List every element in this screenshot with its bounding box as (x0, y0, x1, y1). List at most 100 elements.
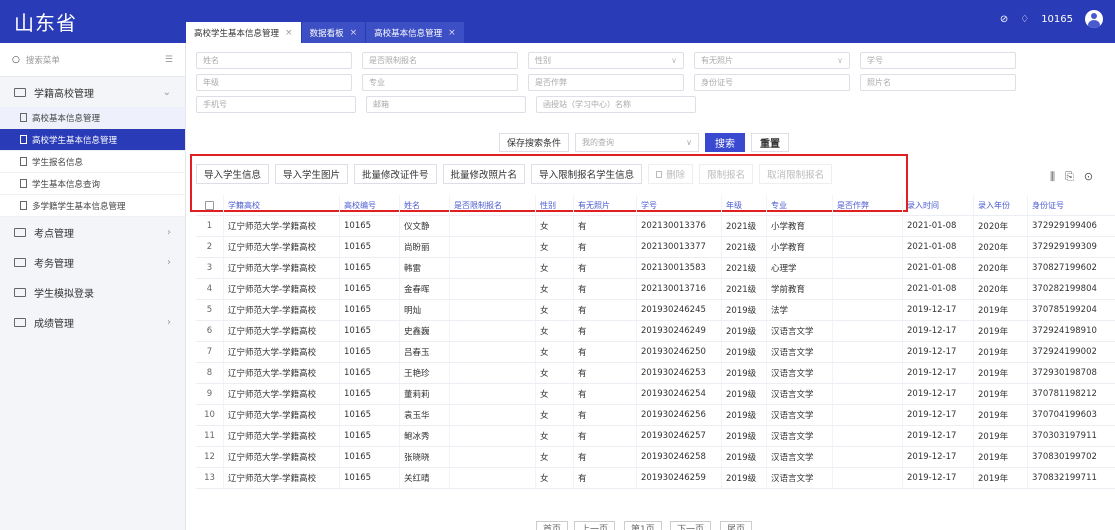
search-input[interactable]: 搜索菜单 (26, 54, 165, 66)
sidebar-item-exam-affairs[interactable]: 考务管理 › (0, 247, 185, 277)
my-query-select[interactable]: 我的查询 ∨ (575, 133, 700, 152)
reset-button[interactable]: 重置 (751, 133, 790, 152)
column-header[interactable]: 专业 (767, 195, 833, 215)
photo-name-field[interactable]: 照片名 (860, 74, 1016, 91)
cell-school: 辽宁师范大学-学籍高校 (224, 363, 340, 383)
column-header[interactable]: 学籍高校 (224, 195, 340, 215)
file-icon (20, 113, 27, 122)
column-header[interactable]: 是否作弊 (833, 195, 903, 215)
cell-cheat (833, 237, 903, 257)
table-row[interactable]: 9 辽宁师范大学-学籍高校 10165 董莉莉 女有 201930246254 2019级汉… (196, 384, 1115, 405)
prev-page-button[interactable]: 上一页 (574, 521, 616, 530)
first-page-button[interactable]: 首页 (536, 521, 569, 530)
import-student-photo-button[interactable]: 导入学生图片 (275, 164, 349, 184)
table-tools: ⫼ ⎘ ⊙ (1050, 170, 1093, 184)
table-row[interactable]: 5 辽宁师范大学-学籍高校 10165 明灿 女有 201930246245 2019级 法学… (196, 300, 1115, 321)
export-icon[interactable]: ⎘ (1065, 170, 1074, 184)
trash-icon (656, 170, 663, 178)
batch-edit-photo-name-button[interactable]: 批量修改照片名 (442, 164, 526, 184)
table-row[interactable]: 1 辽宁师范大学-学籍高校 10165 仪文静 女有 202130013376 2021级小… (196, 216, 1115, 237)
sidebar-subitem-label: 学生基本信息查询 (32, 179, 101, 190)
import-restricted-button[interactable]: 导入限制报名学生信息 (531, 164, 643, 184)
column-header[interactable]: 学号 (637, 195, 722, 215)
column-header[interactable]: 录入时间 (903, 195, 974, 215)
gender-select[interactable]: 性别 ∨ (528, 52, 684, 69)
sidebar-subitem-query[interactable]: 学生基本信息查询 (0, 173, 185, 195)
collapse-icon[interactable]: ⊙ (1084, 170, 1093, 184)
select-all-checkbox[interactable] (205, 200, 214, 210)
column-header[interactable]: 有无照片 (574, 195, 637, 215)
email-field[interactable]: 邮箱 (366, 96, 526, 113)
table-row[interactable]: 2 辽宁师范大学-学籍高校 10165 尚盼丽 女有 202130013377 2021级小… (196, 237, 1115, 258)
collapse-menu-icon[interactable]: ☰ (165, 55, 173, 65)
table-row[interactable]: 11 辽宁师范大学-学籍高校 10165 鲍冰秀 女有 201930246257 2019级… (196, 426, 1115, 447)
sidebar-subitem-school-info[interactable]: 高校基本信息管理 (0, 107, 185, 129)
tab-student-info[interactable]: 高校学生基本信息管理 × (186, 22, 301, 43)
import-student-info-button[interactable]: 导入学生信息 (196, 164, 270, 184)
sidebar-item-mock-login[interactable]: 学生模拟登录 (0, 277, 185, 307)
cell-time: 2019-12-17 (903, 468, 974, 488)
cell-gender: 女 (536, 384, 574, 404)
cell-code: 10165 (340, 237, 400, 257)
column-header[interactable]: 姓名 (400, 195, 450, 215)
avatar-icon[interactable] (1085, 10, 1103, 28)
name-field[interactable]: 姓名 (196, 52, 352, 69)
table-row[interactable]: 8 辽宁师范大学-学籍高校 10165 王艳珍 女有 201930246253 2019级汉… (196, 363, 1115, 384)
cell-year: 2019年 (974, 447, 1028, 467)
bell-icon[interactable]: ♢ (1020, 14, 1029, 25)
table-row[interactable]: 10 辽宁师范大学-学籍高校 10165 袁玉华 女有 201930246256 2019级… (196, 405, 1115, 426)
table-row[interactable]: 13 辽宁师范大学-学籍高校 10165 关红晴 女有 201930246259 2019级… (196, 468, 1115, 489)
close-icon[interactable]: × (448, 28, 456, 38)
column-header[interactable]: 性别 (536, 195, 574, 215)
grade-field[interactable]: 年级 (196, 74, 352, 91)
close-icon[interactable]: × (285, 28, 293, 38)
sidebar-item-label: 学籍高校管理 (34, 88, 94, 100)
photo-select[interactable]: 有无照片 ∨ (694, 52, 850, 69)
cell-idno: 370781198212 (1032, 389, 1097, 399)
tab-school-info[interactable]: 高校基本信息管理 × (366, 22, 464, 43)
sidebar-subitem-student-info[interactable]: 高校学生基本信息管理 (0, 129, 185, 151)
chevron-right-icon: › (167, 256, 171, 268)
user-id[interactable]: 10165 (1041, 14, 1073, 25)
cell-idno: 370704199603 (1032, 410, 1097, 420)
last-page-button[interactable]: 尾页 (720, 521, 753, 530)
unrestrict-button[interactable]: 取消限制报名 (759, 164, 833, 184)
sidebar-subitem-enroll[interactable]: 学生报名信息 (0, 151, 185, 173)
columns-icon[interactable]: ⫼ (1050, 170, 1055, 184)
sidebar-item-exam-sites[interactable]: 考点管理 › (0, 217, 185, 247)
study-center-field[interactable]: 函授站（学习中心）名称 (536, 96, 696, 113)
sidebar-subitem-multi[interactable]: 多学籍学生基本信息管理 (0, 195, 185, 217)
restrict-field[interactable]: 是否限制报名 (362, 52, 518, 69)
table-row[interactable]: 3 辽宁师范大学-学籍高校 10165 韩雷 女有 202130013583 2021级 心理… (196, 258, 1115, 279)
cell-photo: 有 (574, 447, 637, 467)
column-header[interactable]: 年级 (722, 195, 767, 215)
student-id-field[interactable]: 学号 (860, 52, 1016, 69)
save-search-button[interactable]: 保存搜索条件 (499, 133, 570, 152)
column-header[interactable]: 身份证号 (1028, 195, 1115, 215)
cheat-field[interactable]: 是否作弊 (528, 74, 684, 91)
sidebar-item-grades[interactable]: 成绩管理 › (0, 307, 185, 337)
table-row[interactable]: 4 辽宁师范大学-学籍高校 10165 金春晖 女有 202130013716 2021级学… (196, 279, 1115, 300)
delete-button[interactable]: 删除 (648, 164, 694, 184)
cell-grade: 2019级 (722, 300, 767, 320)
sidebar-search[interactable]: ○ 搜索菜单 ☰ (0, 43, 185, 77)
table-row[interactable]: 6 辽宁师范大学-学籍高校 10165 史鑫巍 女有 201930246249 2019级汉… (196, 321, 1115, 342)
batch-edit-id-button[interactable]: 批量修改证件号 (354, 164, 437, 184)
column-header[interactable]: 录入年份 (974, 195, 1028, 215)
id-number-field[interactable]: 身份证号 (694, 74, 850, 91)
cell-photo: 有 (574, 363, 637, 383)
compass-icon[interactable]: ⊘ (1000, 14, 1008, 25)
column-header[interactable]: 高校编号 (340, 195, 400, 215)
table-row[interactable]: 12 辽宁师范大学-学籍高校 10165 张晓晓 女有 201930246258 2019级… (196, 447, 1115, 468)
restrict-button[interactable]: 限制报名 (699, 164, 754, 184)
next-page-button[interactable]: 下一页 (670, 521, 712, 530)
close-icon[interactable]: × (350, 28, 358, 38)
cell-time: 2019-12-17 (903, 321, 974, 341)
column-header[interactable]: 是否限制报名 (450, 195, 536, 215)
table-row[interactable]: 7 辽宁师范大学-学籍高校 10165 吕春玉 女有 201930246250 2019级汉… (196, 342, 1115, 363)
search-button[interactable]: 搜索 (705, 133, 746, 152)
major-field[interactable]: 专业 (362, 74, 518, 91)
tab-dashboard[interactable]: 数据看板 × (301, 22, 366, 43)
phone-field[interactable]: 手机号 (196, 96, 356, 113)
sidebar-item-school-management[interactable]: 学籍高校管理 ⌄ (0, 77, 185, 107)
